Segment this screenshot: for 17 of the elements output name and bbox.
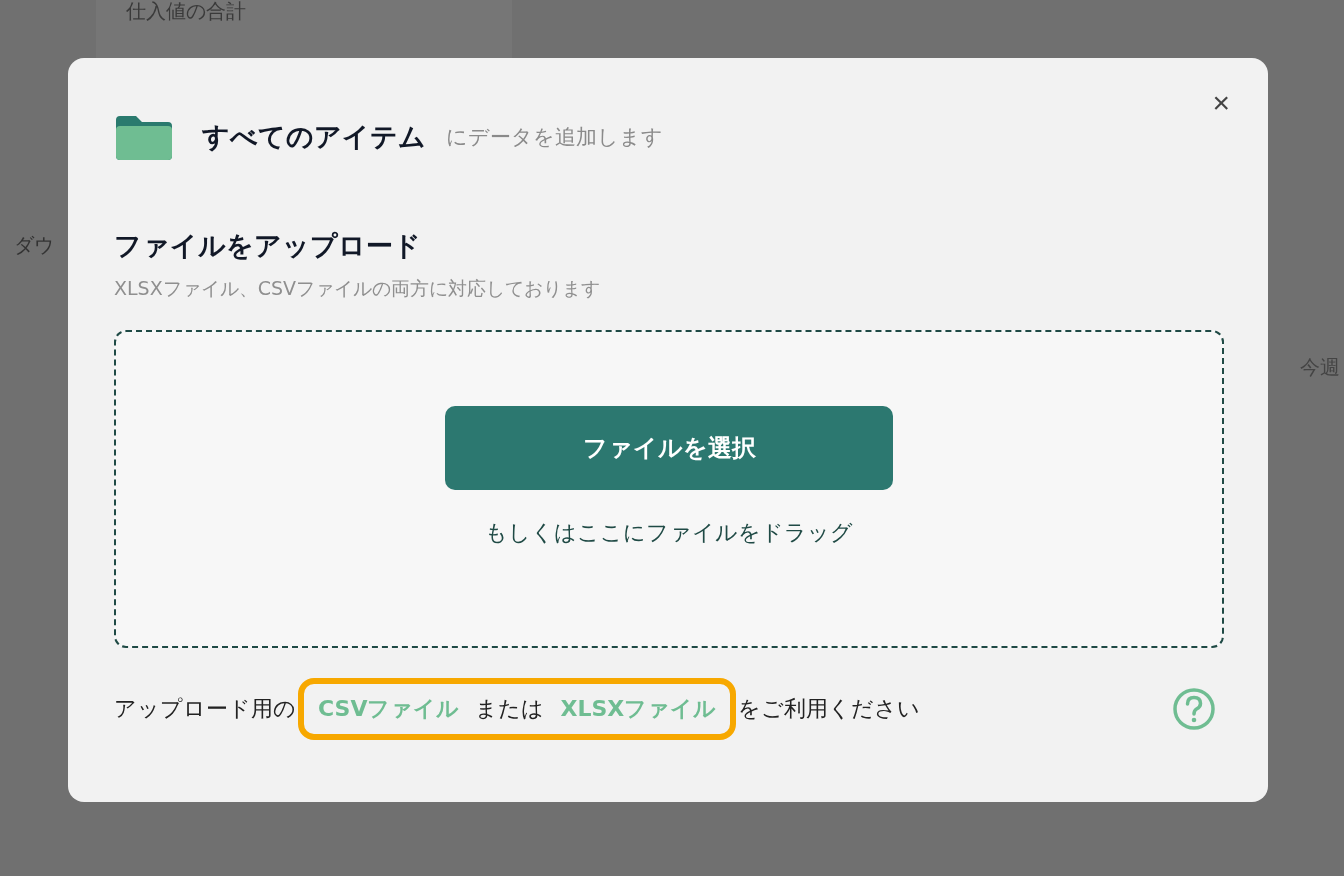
footer-text: アップロード用の <box>114 695 296 723</box>
footer-text: をご利用ください <box>738 695 921 723</box>
download-button[interactable]: ダウ <box>14 232 54 259</box>
xlsx-link[interactable]: XLSXファイル <box>560 694 717 724</box>
drop-zone[interactable]: ファイルを選択 もしくはここにファイルをドラッグ <box>114 330 1224 648</box>
card-title: 仕入値の合計 <box>126 0 246 23</box>
section-title: ファイルをアップロード <box>114 229 422 263</box>
select-file-button[interactable]: ファイルを選択 <box>445 406 893 490</box>
help-icon[interactable] <box>1172 687 1216 731</box>
drag-hint: もしくはここにファイルをドラッグ <box>485 519 853 547</box>
close-button[interactable]: × <box>1208 88 1234 118</box>
footer-text: または <box>475 695 545 723</box>
section-subtitle: XLSXファイル、CSVファイルの両方に対応しております <box>114 276 601 301</box>
folder-icon <box>114 114 174 160</box>
destination-caption: にデータを追加します <box>446 124 663 151</box>
destination-name: すべてのアイテム <box>202 120 426 154</box>
csv-link[interactable]: CSVファイル <box>318 694 460 724</box>
